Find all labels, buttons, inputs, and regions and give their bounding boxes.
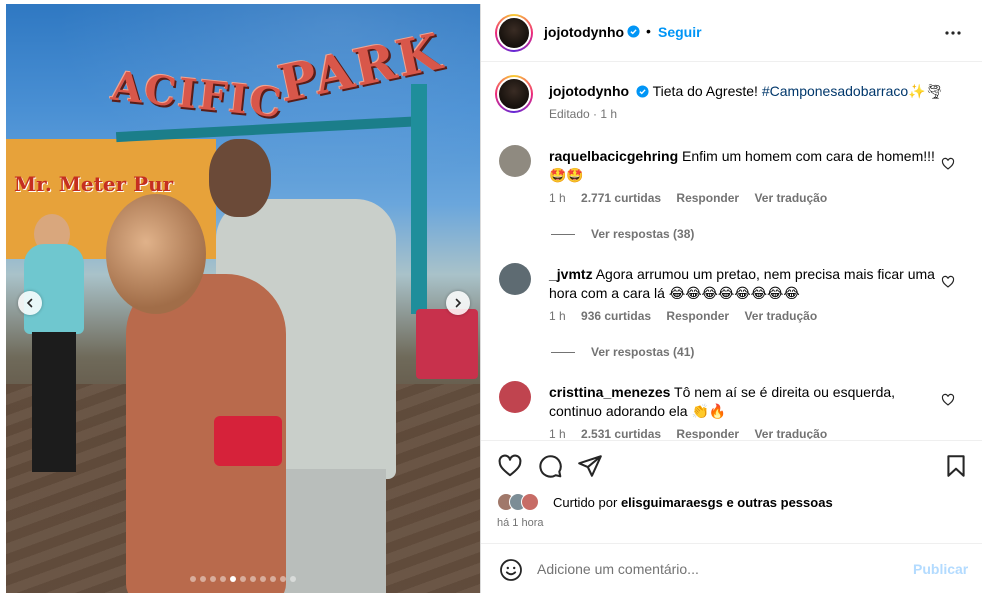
carousel-prev-button[interactable] [18, 291, 42, 315]
carousel-next-button[interactable] [446, 291, 470, 315]
comment-body: cristtina_menezes Tô nem aí se é direita… [549, 383, 945, 422]
comment-meta: 1 h 2.531 curtidas Responder Ver traduçã… [549, 427, 839, 439]
replies-line [551, 234, 575, 236]
liker-avatar [521, 493, 539, 511]
chevron-right-icon [455, 298, 462, 308]
caption-text: Tieta do Agreste! [652, 83, 758, 99]
carousel-dot [200, 576, 206, 582]
comment-like-icon[interactable] [941, 157, 955, 171]
comment-translate-button[interactable]: Ver tradução [754, 427, 827, 439]
photo-red-booth [416, 309, 478, 379]
send-icon[interactable] [577, 453, 603, 479]
heart-icon[interactable] [497, 453, 523, 479]
post-time: há 1 hora [497, 517, 544, 529]
comment-body: raquelbacicgehring Enfim um homem com ca… [549, 147, 945, 186]
carousel-dot [260, 576, 266, 582]
carousel-indicator [6, 576, 480, 582]
commenter-username[interactable]: cristtina_menezes [549, 384, 670, 400]
post-photo[interactable]: Mr. Meter Pur ACIFIC PARK [6, 4, 480, 593]
likes-username[interactable]: elisguimaraesgs [621, 495, 723, 510]
carousel-dot [220, 576, 226, 582]
photo-red-bag [214, 416, 282, 466]
comment-meta: 1 h 2.771 curtidas Responder Ver traduçã… [549, 191, 839, 205]
comment-time: 1 h [549, 191, 566, 205]
more-horizontal-icon[interactable] [943, 26, 963, 40]
caption-line: jojotodynho Tieta do Agreste! #Camponesa… [549, 83, 959, 100]
comment-likes[interactable]: 2.771 curtidas [581, 191, 661, 205]
view-replies-label: Ver respostas (41) [591, 345, 695, 359]
replies-line [551, 352, 575, 354]
smiley-icon[interactable] [499, 558, 523, 582]
carousel-dot [290, 576, 296, 582]
publish-button[interactable]: Publicar [913, 561, 968, 577]
commenter-username[interactable]: raquelbacicgehring [549, 148, 678, 164]
carousel-dot [190, 576, 196, 582]
likes-suffix[interactable]: e outras pessoas [726, 495, 832, 510]
comment-input[interactable] [537, 559, 897, 579]
view-replies-button[interactable]: Ver respostas (41) [551, 345, 694, 359]
commenter-avatar[interactable] [499, 145, 531, 177]
verified-badge-icon [627, 25, 640, 38]
post-header: jojotodynho • Seguir [481, 4, 982, 62]
photo-background-person [14, 214, 104, 474]
comment-emojis: 👏🔥 [691, 404, 727, 420]
caption-hashtag[interactable]: #Camponesadobarraco [762, 83, 908, 99]
header-separator: • [646, 23, 651, 39]
comment-time: 1 h [549, 309, 566, 323]
comment-emojis: 🤩🤩 [549, 168, 584, 184]
photo-shop-sign: Mr. Meter Pur [14, 172, 174, 196]
photo-woman [106, 194, 306, 593]
comment-body: _jvmtz Agora arrumou um pretao, nem prec… [549, 265, 945, 304]
caption-emojis: ✨🌪 [908, 84, 944, 100]
comment-likes[interactable]: 936 curtidas [581, 309, 651, 323]
comment-likes[interactable]: 2.531 curtidas [581, 427, 661, 439]
comments-list[interactable]: jojotodynho Tieta do Agreste! #Camponesa… [481, 63, 982, 439]
follow-button[interactable]: Seguir [658, 24, 702, 40]
comment-like-icon[interactable] [941, 393, 955, 407]
comment-translate-button[interactable]: Ver tradução [744, 309, 817, 323]
view-replies-button[interactable]: Ver respostas (38) [551, 227, 694, 241]
comment-reply-button[interactable]: Responder [676, 191, 739, 205]
comment-meta: 1 h 936 curtidas Responder Ver tradução [549, 309, 829, 323]
caption-author-avatar[interactable] [495, 75, 533, 113]
carousel-dot [250, 576, 256, 582]
carousel-dot [270, 576, 276, 582]
bookmark-icon[interactable] [943, 453, 969, 479]
photo-sign-word-left: ACIFIC [109, 62, 286, 128]
likes-text[interactable]: Curtido por elisguimaraesgs e outras pes… [553, 495, 833, 510]
comment-like-icon[interactable] [941, 275, 955, 289]
carousel-dot [230, 576, 236, 582]
post-side-panel: jojotodynho • Seguir jojotodynho Tieta d… [480, 4, 982, 593]
comment-composer: Publicar [481, 543, 982, 593]
verified-badge-icon [636, 85, 649, 98]
comment-text: Enfim um homem com cara de homem!!! [682, 148, 935, 164]
commenter-avatar[interactable] [499, 263, 531, 295]
chevron-left-icon [26, 298, 33, 308]
commenter-username[interactable]: _jvmtz [549, 266, 593, 282]
comment-translate-button[interactable]: Ver tradução [754, 191, 827, 205]
carousel-dot [240, 576, 246, 582]
post-actions-bar: Curtido por elisguimaraesgs e outras pes… [481, 440, 982, 542]
carousel-dot [210, 576, 216, 582]
commenter-avatar[interactable] [499, 381, 531, 413]
author-username[interactable]: jojotodynho [544, 24, 624, 40]
author-avatar[interactable] [495, 14, 533, 52]
likes-prefix: Curtido por [553, 495, 618, 510]
comment-reply-button[interactable]: Responder [676, 427, 739, 439]
comment-time: 1 h [549, 427, 566, 439]
view-replies-label: Ver respostas (38) [591, 227, 695, 241]
caption-username[interactable]: jojotodynho [549, 83, 629, 99]
carousel-dot [280, 576, 286, 582]
instagram-post-modal: Mr. Meter Pur ACIFIC PARK jojotodynho • … [0, 0, 982, 593]
caption-meta: Editado · 1 h [549, 107, 618, 121]
comment-reply-button[interactable]: Responder [666, 309, 729, 323]
comment-emojis: 😂😂😂😂😂😂😂😂 [668, 286, 800, 302]
comment-icon[interactable] [537, 453, 563, 479]
